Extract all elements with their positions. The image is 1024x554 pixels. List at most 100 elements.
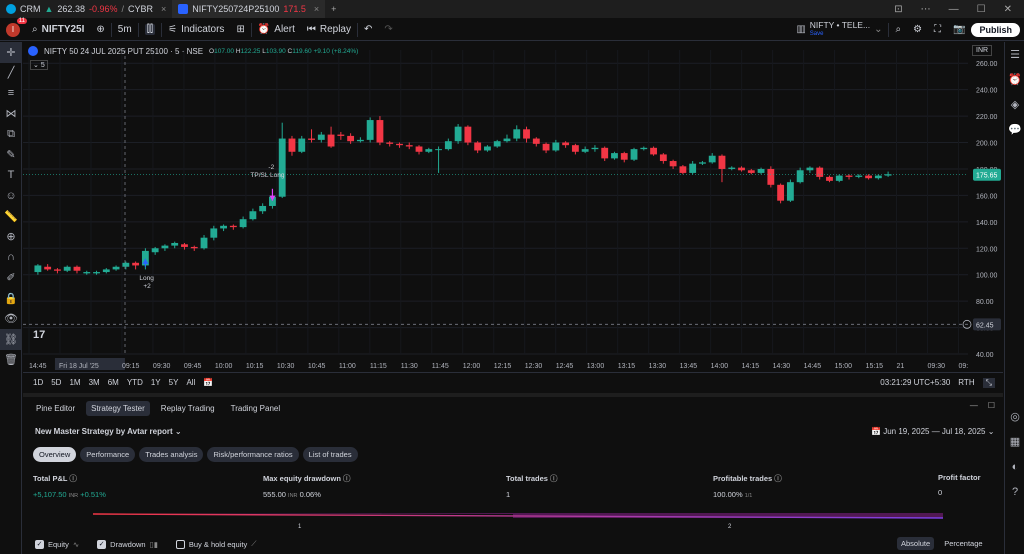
- alerts-icon[interactable]: ⏰: [1005, 67, 1024, 92]
- range-ytd[interactable]: YTD: [127, 378, 143, 387]
- replay-button[interactable]: ⏮ Replay: [301, 19, 357, 41]
- range-1d[interactable]: 1D: [33, 378, 43, 387]
- quick-search-button[interactable]: ⌕: [889, 19, 907, 41]
- close-icon[interactable]: ×: [314, 4, 319, 14]
- maximize-icon[interactable]: ☐: [977, 4, 986, 15]
- range-1m[interactable]: 1M: [69, 378, 80, 387]
- fullscreen-button[interactable]: ⛶: [928, 19, 947, 41]
- indicators-button[interactable]: ⚟ Indicators: [162, 19, 230, 41]
- interval-badge[interactable]: ⌄ 5: [30, 60, 48, 70]
- candle: [308, 138, 315, 140]
- ideas-icon[interactable]: ◐: [1005, 454, 1024, 479]
- pill-trades-analysis[interactable]: Trades analysis: [139, 447, 204, 462]
- tab-crm[interactable]: CRM ▲ 262.38 -0.96% / CYBR ×: [0, 0, 172, 18]
- lock-icon[interactable]: 🔒: [0, 288, 22, 309]
- pip-icon[interactable]: ⊡: [894, 4, 902, 15]
- candles-icon: ⫿⫿: [144, 24, 156, 35]
- trend-line-icon[interactable]: ╱: [0, 63, 22, 84]
- lock-drawing-icon[interactable]: ✐: [0, 268, 22, 289]
- maximize-panel-icon[interactable]: ☐: [988, 401, 995, 416]
- user-menu[interactable]: I 11: [0, 17, 27, 41]
- price-chart[interactable]: 40.0060.0080.00100.00120.00140.00160.001…: [23, 42, 1003, 372]
- emoji-icon[interactable]: ☺: [0, 186, 22, 207]
- avatar[interactable]: I 11: [6, 17, 27, 37]
- tab-trading-panel[interactable]: Trading Panel: [226, 401, 286, 416]
- ruler-icon[interactable]: 📏: [0, 206, 22, 227]
- eye-icon[interactable]: 👁: [0, 309, 22, 330]
- new-tab-button[interactable]: +: [325, 0, 342, 18]
- y-tick-label: 140.00: [976, 220, 998, 227]
- symbol-search[interactable]: ⌕ NIFTY25I: [26, 19, 90, 41]
- settings-button[interactable]: ⚙: [907, 19, 928, 41]
- drawdown-checkbox[interactable]: ✓ Drawdown ▯▮: [97, 539, 158, 549]
- equity-options: ✓ Equity ∿ ✓ Drawdown ▯▮ Buy & hold equity ⟋: [35, 539, 256, 549]
- mode-absolute[interactable]: Absolute: [897, 537, 935, 550]
- calendar-icon[interactable]: ▦: [1005, 429, 1024, 454]
- y-tick-label: 160.00: [976, 193, 998, 200]
- help-icon[interactable]: ?: [1005, 479, 1024, 504]
- layouts-button[interactable]: ⊞: [230, 19, 250, 41]
- layout-menu[interactable]: ▥ NIFTY • TELE... Save ⌄: [790, 19, 888, 41]
- minimize-icon[interactable]: —: [949, 4, 959, 15]
- equity-chart[interactable]: 1 2: [23, 501, 1003, 531]
- fib-icon[interactable]: ≡: [0, 83, 22, 104]
- tab-pine-editor[interactable]: Pine Editor: [31, 401, 80, 416]
- chart-type-button[interactable]: ⫿⫿: [139, 19, 161, 41]
- window-close-icon[interactable]: ✕: [1004, 4, 1012, 15]
- data-window-icon[interactable]: ◈: [1005, 92, 1024, 117]
- pill-overview[interactable]: Overview: [33, 447, 77, 462]
- currency-label[interactable]: INR: [972, 45, 993, 56]
- strategy-selector[interactable]: New Master Strategy by Avtar report ⌄: [35, 427, 182, 436]
- y-tick-label: 120.00: [976, 246, 998, 253]
- text-icon[interactable]: T: [0, 165, 22, 186]
- crosshair-icon[interactable]: ✛: [0, 42, 22, 63]
- candle: [190, 246, 198, 249]
- range-5y[interactable]: 5Y: [169, 378, 179, 387]
- close-icon[interactable]: ×: [161, 4, 166, 14]
- zoom-icon[interactable]: ⊕: [0, 227, 22, 248]
- compare-button[interactable]: ⊕: [90, 19, 110, 41]
- undo-button[interactable]: ↶: [358, 19, 378, 41]
- forecast-icon[interactable]: ⧉: [0, 124, 22, 145]
- hotlists-icon[interactable]: ◎: [1005, 404, 1024, 429]
- chat-icon[interactable]: 💬: [1005, 117, 1024, 142]
- range-all[interactable]: All: [186, 378, 195, 387]
- reset-scale-icon[interactable]: ⤡: [982, 377, 995, 388]
- fullscreen-icon: ⛶: [934, 24, 942, 35]
- tab-replay-trading[interactable]: Replay Trading: [156, 401, 220, 416]
- pill-performance[interactable]: Performance: [80, 447, 136, 462]
- redo-button[interactable]: ↷: [378, 19, 398, 41]
- pattern-icon[interactable]: ⋈: [0, 104, 22, 125]
- chart-canvas[interactable]: 40.0060.0080.00100.00120.00140.00160.001…: [23, 42, 1003, 372]
- tab-nifty[interactable]: NIFTY250724P25100 171.5 ×: [172, 0, 326, 18]
- range-6m[interactable]: 6M: [108, 378, 119, 387]
- range-5d[interactable]: 5D: [51, 378, 61, 387]
- watchlist-icon[interactable]: ☰: [1005, 42, 1024, 67]
- link-icon[interactable]: ⛓: [0, 329, 22, 350]
- candle: [356, 139, 364, 142]
- range-3m[interactable]: 3M: [89, 378, 100, 387]
- x-tick-label: 13:00: [587, 363, 605, 370]
- goto-date-icon[interactable]: 📅: [203, 378, 213, 387]
- interval-button[interactable]: 5m: [112, 19, 138, 41]
- range-1y[interactable]: 1Y: [151, 378, 161, 387]
- buy-hold-checkbox[interactable]: Buy & hold equity ⟋: [175, 539, 256, 549]
- bottom-tabs: Pine Editor Strategy Tester Replay Tradi…: [23, 397, 1003, 420]
- brush-icon[interactable]: ✎: [0, 145, 22, 166]
- alert-button[interactable]: ⏰ Alert: [252, 19, 301, 41]
- trash-icon[interactable]: 🗑: [0, 350, 22, 371]
- marker-qty: -2: [268, 164, 274, 171]
- magnet-icon[interactable]: ∩: [0, 247, 22, 268]
- publish-button[interactable]: Publish: [971, 22, 1020, 37]
- clock-time[interactable]: 03:21:29 UTC+5:30: [880, 378, 950, 388]
- more-icon[interactable]: ⋯: [921, 4, 931, 15]
- pill-list-of-trades[interactable]: List of trades: [302, 447, 358, 462]
- minimize-panel-icon[interactable]: —: [970, 401, 978, 416]
- session-button[interactable]: RTH: [958, 378, 974, 388]
- snapshot-button[interactable]: 📷: [947, 19, 971, 41]
- tab-strategy-tester[interactable]: Strategy Tester: [86, 401, 150, 416]
- pill-risk-ratios[interactable]: Risk/performance ratios: [207, 447, 299, 462]
- mode-percentage[interactable]: Percentage: [944, 537, 982, 550]
- date-range-selector[interactable]: 📅 Jun 19, 2025 — Jul 18, 2025 ⌄: [871, 427, 994, 436]
- equity-checkbox[interactable]: ✓ Equity ∿: [35, 539, 79, 549]
